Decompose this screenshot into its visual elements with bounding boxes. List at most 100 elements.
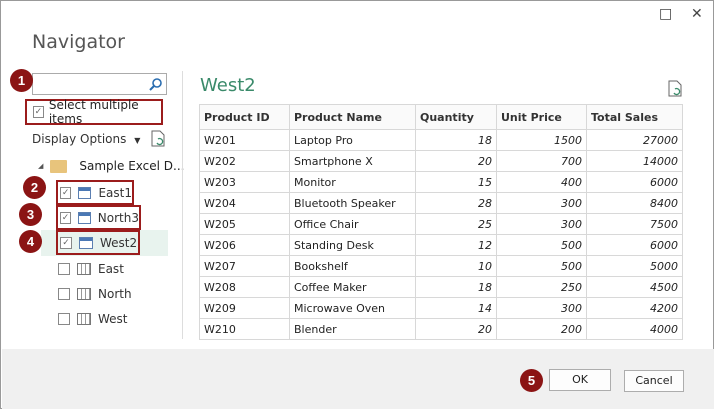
navigator-dialog: Navigator □ ✕ 1 ✓ Select multiple items … [0, 0, 714, 409]
folder-label: Sample Excel D... [79, 159, 185, 173]
step-badge-5: 5 [520, 369, 543, 392]
display-options-dropdown[interactable]: Display Options ▼ [32, 132, 140, 146]
table-row: W202 Smartphone X 20 700 14000 [199, 150, 683, 172]
table-cell: 28 [415, 192, 497, 214]
table-cell: 200 [496, 318, 587, 340]
refresh-document-icon[interactable] [668, 80, 682, 97]
table-icon [79, 236, 93, 249]
table-row: W208 Coffee Maker 18 250 4500 [199, 276, 683, 298]
table-cell: 5000 [586, 255, 683, 277]
table-row: W201 Laptop Pro 18 1500 27000 [199, 129, 683, 151]
table-cell: 14 [415, 297, 497, 319]
table-cell: W207 [199, 255, 290, 277]
table-cell: Smartphone X [289, 150, 416, 172]
table-cell: 20 [415, 318, 497, 340]
table-row: W209 Microwave Oven 14 300 4200 [199, 297, 683, 319]
table-cell: 6000 [586, 171, 683, 193]
pane-divider[interactable] [182, 71, 183, 339]
maximize-icon[interactable]: □ [659, 6, 672, 22]
table-cell: 4500 [586, 276, 683, 298]
cancel-button[interactable]: Cancel [624, 370, 684, 392]
nav-item-west[interactable]: West [56, 306, 168, 331]
checkbox-checked[interactable]: ✓ [60, 236, 72, 249]
chevron-down-icon: ▼ [134, 136, 141, 145]
dialog-title: Navigator [32, 31, 125, 53]
column-header[interactable]: Product ID [199, 104, 290, 130]
nav-item-label: North3 [97, 210, 139, 225]
table-cell: W208 [199, 276, 290, 298]
nav-item-north[interactable]: North [56, 281, 168, 306]
table-cell: W210 [199, 318, 290, 340]
table-cell: Microwave Oven [289, 297, 416, 319]
search-icon[interactable] [149, 78, 162, 91]
table-cell: 18 [415, 129, 497, 151]
nav-item-label: West2 [100, 235, 138, 250]
table-row: W206 Standing Desk 12 500 6000 [199, 234, 683, 256]
table-cell: 12 [415, 234, 497, 256]
folder-node[interactable]: ◢ Sample Excel D... [38, 159, 184, 173]
table-cell: W209 [199, 297, 290, 319]
table-cell: 1500 [496, 129, 587, 151]
table-cell: W203 [199, 171, 290, 193]
column-header[interactable]: Product Name [289, 104, 416, 130]
select-multiple-items-checkbox[interactable]: ✓ Select multiple items [25, 98, 163, 126]
table-icon [78, 211, 91, 224]
nav-item-east1[interactable]: ✓ East1 [56, 180, 134, 205]
nav-item-label: East1 [98, 185, 132, 200]
column-header[interactable]: Unit Price [496, 104, 587, 130]
table-cell: 500 [496, 234, 587, 256]
checkbox-unchecked[interactable] [58, 312, 70, 325]
column-header[interactable]: Quantity [415, 104, 497, 130]
preview-table: Product ID Product Name Quantity Unit Pr… [199, 104, 683, 340]
table-cell: 6000 [586, 234, 683, 256]
table-row: W207 Bookshelf 10 500 5000 [199, 255, 683, 277]
table-row: W204 Bluetooth Speaker 28 300 8400 [199, 192, 683, 214]
sheet-icon [77, 287, 91, 300]
table-cell: 20 [415, 150, 497, 172]
table-cell: 300 [496, 192, 587, 214]
table-cell: 4200 [586, 297, 683, 319]
expand-triangle-icon[interactable]: ◢ [38, 162, 43, 170]
refresh-document-icon[interactable] [151, 130, 165, 147]
checkbox-checked[interactable]: ✓ [33, 106, 44, 118]
nav-item-label: East [98, 261, 124, 276]
close-icon[interactable]: ✕ [691, 6, 703, 22]
checkbox-checked[interactable]: ✓ [60, 186, 72, 199]
table-cell: 10 [415, 255, 497, 277]
table-row: W203 Monitor 15 400 6000 [199, 171, 683, 193]
column-header[interactable]: Total Sales [586, 104, 683, 130]
ok-button[interactable]: OK [549, 369, 611, 391]
checkbox-unchecked[interactable] [58, 262, 70, 275]
table-cell: 18 [415, 276, 497, 298]
checkbox-checked[interactable]: ✓ [60, 211, 71, 224]
table-cell: 700 [496, 150, 587, 172]
preview-title: West2 [200, 75, 256, 96]
table-cell: Standing Desk [289, 234, 416, 256]
checkbox-unchecked[interactable] [58, 287, 70, 300]
table-cell: Office Chair [289, 213, 416, 235]
table-cell: W204 [199, 192, 290, 214]
nav-item-label: North [98, 286, 132, 301]
folder-icon [50, 159, 68, 173]
nav-item-north3[interactable]: ✓ North3 [56, 205, 141, 230]
sheet-icon [77, 262, 91, 275]
table-cell: Bookshelf [289, 255, 416, 277]
table-row: W205 Office Chair 25 300 7500 [199, 213, 683, 235]
table-cell: 300 [496, 213, 587, 235]
table-cell: 7500 [586, 213, 683, 235]
table-cell: W206 [199, 234, 290, 256]
table-header-row: Product ID Product Name Quantity Unit Pr… [199, 104, 683, 130]
step-badge-1: 1 [10, 69, 33, 92]
table-cell: 27000 [586, 129, 683, 151]
table-cell: 250 [496, 276, 587, 298]
table-cell: W205 [199, 213, 290, 235]
nav-item-east[interactable]: East [56, 256, 168, 281]
step-badge-3: 3 [19, 203, 42, 226]
table-cell: 8400 [586, 192, 683, 214]
search-input[interactable] [32, 73, 167, 95]
table-cell: 500 [496, 255, 587, 277]
table-row: W210 Blender 20 200 4000 [199, 318, 683, 340]
display-options-label: Display Options [32, 132, 127, 146]
nav-item-west2[interactable]: ✓ West2 [56, 230, 140, 255]
sheet-icon [77, 312, 91, 325]
